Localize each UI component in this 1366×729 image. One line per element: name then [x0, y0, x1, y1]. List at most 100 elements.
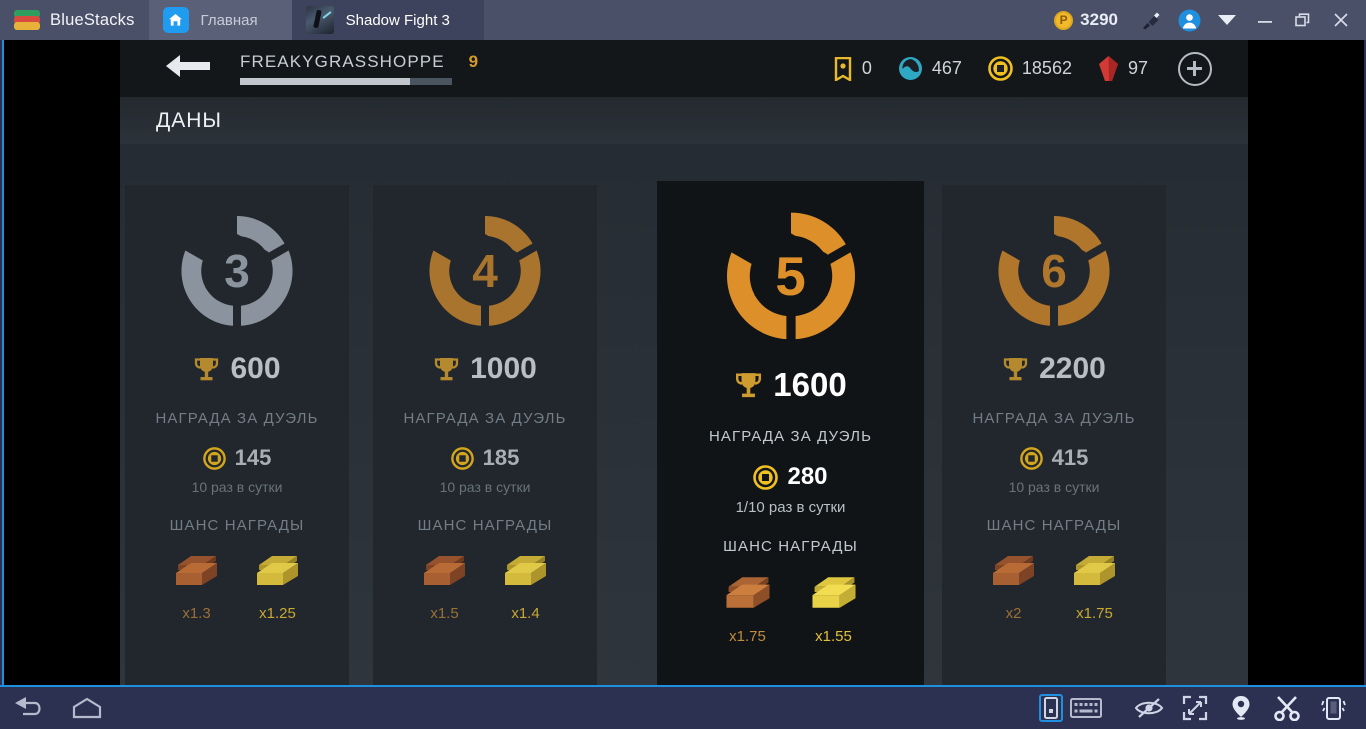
bluestacks-points[interactable]: P 3290 [1054, 10, 1118, 30]
portrait-mode-icon[interactable] [1036, 686, 1066, 729]
chest-multiplier: x1.5 [430, 605, 459, 622]
chest-reward: x1.5 [417, 551, 472, 622]
scissors-icon[interactable] [1264, 686, 1310, 729]
keyboard-icon[interactable] [1066, 686, 1106, 729]
coin-value: 415 [1051, 445, 1089, 470]
chest-rewards: x1.5 x1.4 [417, 551, 553, 622]
back-nav-icon[interactable] [0, 686, 58, 729]
trophy-value: 2200 [1039, 352, 1106, 385]
duel-reward-label: НАГРАДА ЗА ДУЭЛЬ [403, 410, 567, 427]
bronze-chest-icon [424, 556, 465, 585]
chest-multiplier: x1.25 [259, 605, 296, 622]
daily-limit: 10 раз в сутки [439, 479, 531, 495]
duel-coin-reward: 280 [753, 463, 828, 491]
currency-shadow-energy-value: 467 [931, 58, 962, 78]
game-thumbnail [305, 6, 334, 34]
page-title: ДАНЫ [156, 108, 222, 132]
eye-off-icon[interactable] [1126, 686, 1172, 729]
duel-coin-reward: 145 [202, 445, 272, 471]
rank-badge-icon: 6 [995, 212, 1113, 330]
chest-multiplier: x1.3 [182, 605, 211, 622]
bluestacks-window: BlueStacks Главная Shadow Fight 3 P 3290 [0, 0, 1366, 729]
chest-rewards: x1.3 x1.25 [169, 551, 305, 622]
location-pin-icon[interactable] [1218, 686, 1264, 729]
chevron-down-icon[interactable] [1208, 0, 1246, 40]
rank-number: 6 [1041, 245, 1067, 297]
bronze-chest-icon [725, 577, 770, 608]
account-avatar-icon[interactable] [1170, 0, 1208, 40]
rank-card[interactable]: 6 2200 НАГРАДА ЗА ДУЭЛЬ 415 10 раз в сут… [942, 185, 1166, 685]
chest-reward: x1.75 [719, 572, 777, 645]
ruby-gem-icon [1098, 55, 1118, 81]
home-nav-icon[interactable] [58, 686, 116, 729]
daily-limit: 10 раз в сутки [191, 479, 283, 495]
game-top-bar: FREAKYGRASSHOPPE 9 0 467 18562 97 [120, 40, 1248, 97]
duel-reward-label: НАГРАДА ЗА ДУЭЛЬ [972, 410, 1136, 427]
bronze-chest-icon [176, 556, 217, 585]
trophy-count: 1600 [734, 366, 847, 404]
fullscreen-icon[interactable] [1172, 686, 1218, 729]
tab-shadow-fight-3[interactable]: Shadow Fight 3 [291, 0, 484, 40]
rank-card[interactable]: 3 600 НАГРАДА ЗА ДУЭЛЬ 145 10 раз в сутк… [125, 185, 349, 685]
coin-value: 185 [482, 445, 520, 470]
currency-ticket[interactable]: 0 [833, 56, 872, 81]
reward-chance-label: ШАНС НАГРАДЫ [986, 517, 1122, 534]
chest-reward: x1.3 [169, 551, 224, 622]
rank-badge-icon: 3 [178, 212, 296, 330]
tab-slant [267, 0, 292, 40]
emulator-toolbar [0, 685, 1366, 729]
close-icon[interactable] [1322, 0, 1360, 40]
coin-value: 145 [234, 445, 272, 470]
daily-limit: 1/10 раз в сутки [735, 499, 846, 516]
trophy-icon [434, 358, 459, 381]
shake-device-icon[interactable] [1310, 686, 1356, 729]
gold-coin-icon [753, 464, 779, 490]
plus-button[interactable] [1178, 51, 1212, 86]
chest-multiplier: x1.4 [511, 605, 540, 622]
currency-ticket-value: 0 [861, 58, 872, 78]
tab-home-label: Главная [200, 11, 258, 29]
bronze-chest-icon [993, 556, 1034, 585]
rank-badge-icon: 4 [426, 212, 544, 330]
ticket-icon [834, 56, 852, 81]
rank-number: 5 [775, 244, 806, 307]
chest-reward: x1.25 [250, 551, 305, 622]
gold-coin-icon [1019, 446, 1043, 470]
trophy-icon [1003, 358, 1028, 381]
rank-card[interactable]: 4 1000 НАГРАДА ЗА ДУЭЛЬ 185 10 раз в сут… [373, 185, 597, 685]
currency-gold-value: 18562 [1021, 58, 1072, 78]
player-info: FREAKYGRASSHOPPE 9 [240, 52, 478, 85]
tab-home[interactable]: Главная [148, 0, 292, 40]
chest-multiplier: x1.75 [729, 628, 766, 645]
chest-multiplier: x1.55 [815, 628, 852, 645]
chest-rewards: x2 x1.75 [986, 551, 1122, 622]
title-bar-controls: P 3290 [1054, 0, 1366, 40]
chest-multiplier: x2 [1005, 605, 1022, 622]
minimize-icon[interactable] [1246, 0, 1284, 40]
gold-coin-icon [988, 56, 1013, 81]
gold-chest-icon [257, 556, 298, 585]
currency-shadow-energy[interactable]: 467 [898, 56, 962, 81]
chest-reward: x1.75 [1067, 551, 1122, 622]
rank-card-list: 3 600 НАГРАДА ЗА ДУЭЛЬ 145 10 раз в сутк… [120, 144, 1248, 685]
bluestacks-points-value: 3290 [1080, 10, 1118, 29]
rank-number: 3 [224, 245, 250, 297]
chest-reward: x2 [986, 551, 1041, 622]
chest-rewards: x1.75 x1.55 [719, 572, 863, 645]
tab-game-label: Shadow Fight 3 [345, 11, 450, 29]
shadow-energy-icon [898, 57, 922, 80]
player-name: FREAKYGRASSHOPPE [240, 52, 445, 71]
chest-multiplier: x1.75 [1076, 605, 1113, 622]
duel-coin-reward: 415 [1019, 445, 1089, 471]
restore-icon[interactable] [1284, 0, 1322, 40]
brush-icon[interactable] [1132, 0, 1170, 40]
currency-gem[interactable]: 97 [1098, 55, 1148, 82]
chest-reward: x1.4 [498, 551, 553, 622]
game-viewport: FREAKYGRASSHOPPE 9 0 467 18562 97 ДАНЫ 3… [120, 40, 1248, 685]
trophy-value: 1000 [470, 352, 537, 385]
currency-gold[interactable]: 18562 [988, 56, 1072, 81]
back-arrow-icon[interactable] [164, 51, 212, 86]
chest-reward: x1.55 [805, 572, 863, 645]
rank-card-active[interactable]: 5 1600 НАГРАДА ЗА ДУЭЛЬ 280 1/10 раз в с… [657, 181, 924, 685]
coin-value: 280 [787, 463, 828, 490]
